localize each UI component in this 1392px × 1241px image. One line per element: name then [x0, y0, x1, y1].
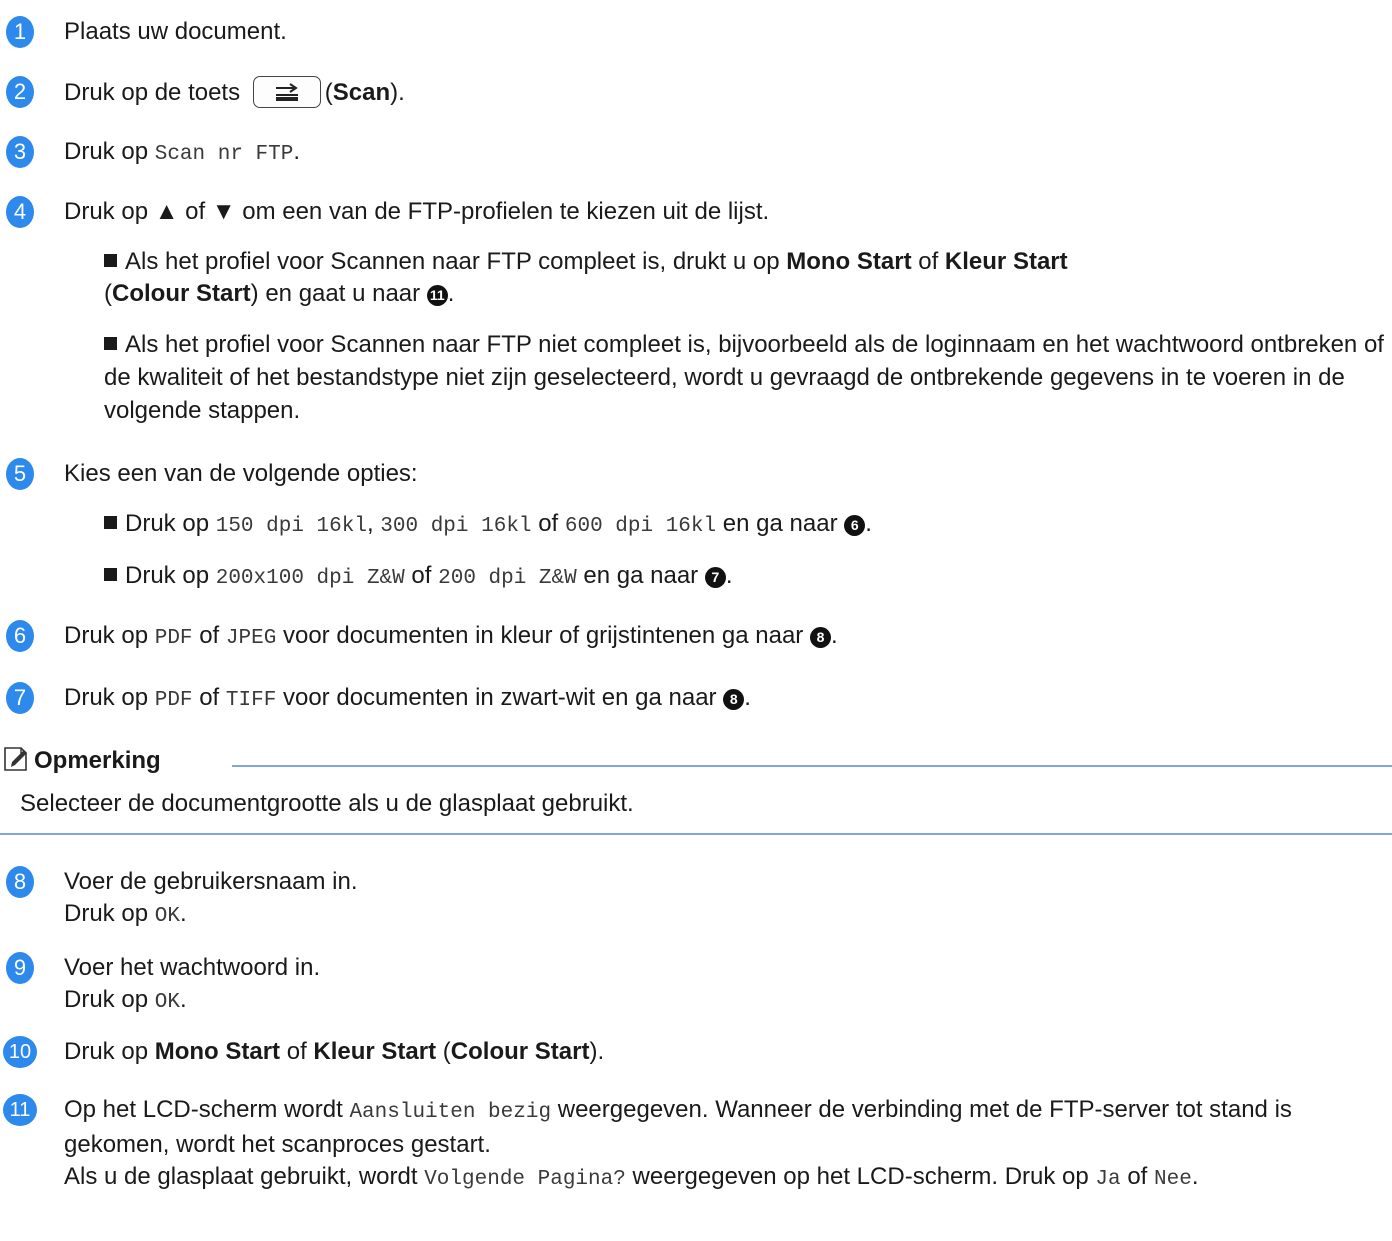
lcd-option: 150 dpi 16kl [215, 515, 367, 538]
step-text-pre: Druk op [64, 986, 149, 1013]
step-text-of: of [199, 622, 220, 649]
step-text-pre: Als u de glasplaat gebruikt, wordt [64, 1163, 418, 1190]
step-text-of: of [1127, 1163, 1148, 1190]
step-ref-icon: 8 [809, 627, 831, 648]
step-text: Druk op ▲ of ▼ om een van de FTP-profiel… [64, 198, 770, 225]
step-text-pre: Druk op [64, 622, 149, 649]
bullet-text: ) en gaat u naar [250, 280, 421, 307]
step-text-pre: Druk op [64, 1038, 149, 1065]
step-text: Druk op PDF of TIFF voor documenten in z… [64, 684, 751, 712]
kleur-start-key-label: Kleur Start [313, 1038, 437, 1065]
note-divider [232, 765, 1392, 767]
bullet-text: of [918, 248, 939, 275]
step-text: Voer de gebruikersnaam in. Druk op OK. [64, 868, 358, 928]
lcd-message: Aansluiten bezig [349, 1101, 552, 1124]
lcd-option: TIFF [225, 689, 277, 712]
step-text-line: Voer het wachtwoord in. [64, 954, 321, 981]
mono-start-key-label: Mono Start [154, 1038, 281, 1065]
lcd-option: Ja [1095, 1168, 1121, 1191]
colour-start-key-label: Colour Start [450, 1038, 590, 1065]
lcd-option: PDF [154, 689, 193, 712]
step-text-post: voor documenten in kleur of grijstintene… [282, 622, 804, 649]
step-text: Voer het wachtwoord in. Druk op OK. [64, 954, 321, 1014]
colour-start-key-label: Colour Start [112, 280, 251, 307]
lcd-option: Scan nr FTP [154, 143, 294, 166]
step-text-pre: Druk op de toets [64, 79, 241, 106]
step-text: Druk op PDF of JPEG voor documenten in k… [64, 622, 838, 650]
lcd-option: JPEG [225, 627, 277, 650]
step-number: 3 [6, 136, 34, 168]
note-title: Opmerking [34, 747, 161, 774]
bullet-square-icon [104, 337, 117, 350]
step-number: 9 [6, 952, 34, 984]
step-text-pre: Druk op [64, 138, 149, 165]
kleur-start-key-label: Kleur Start [944, 248, 1068, 275]
step-text-post: ). [589, 1038, 605, 1065]
lcd-option: 200 dpi Z&W [438, 567, 577, 590]
step-number: 10 [3, 1036, 37, 1068]
bullet-text: Druk op [125, 562, 210, 589]
note-pencil-icon [2, 745, 30, 773]
bullet-text: Als het profiel voor Scannen naar FTP ni… [104, 331, 1384, 424]
step-text: Plaats uw document. [64, 18, 287, 45]
bullet-square-icon [104, 254, 117, 267]
bullet-text: en ga naar [583, 562, 699, 589]
step-text-post: voor documenten in zwart-wit en ga naar [282, 684, 717, 711]
bullet-text: of [538, 510, 559, 537]
scan-key-icon [252, 76, 321, 108]
bullet-item: Als het profiel voor Scannen naar FTP co… [104, 248, 1068, 307]
lcd-option: 600 dpi 16kl [564, 515, 717, 538]
step-text-of: of [199, 684, 220, 711]
bullet-text: Als het profiel voor Scannen naar FTP co… [125, 248, 780, 275]
mono-start-key-label: Mono Start [786, 248, 912, 275]
step-text: Kies een van de volgende opties: [64, 460, 418, 487]
bullet-square-icon [104, 516, 117, 529]
step-text: Druk op Mono Start of Kleur Start (Colou… [64, 1038, 605, 1065]
step-text-of: of [286, 1038, 307, 1065]
step-text-pre: Op het LCD-scherm wordt [64, 1096, 343, 1123]
step-text: Op het LCD-scherm wordt Aansluiten bezig… [64, 1096, 1292, 1191]
lcd-option: Nee [1154, 1168, 1192, 1191]
step-number: 8 [6, 866, 34, 898]
note-header: Opmerking [2, 745, 161, 777]
lcd-message: Volgende Pagina? [424, 1168, 626, 1191]
step-ref-icon: 7 [704, 567, 726, 588]
note-divider [0, 833, 1392, 835]
bullet-item: Druk op 150 dpi 16kl, 300 dpi 16kl of 60… [104, 508, 1386, 543]
step-text-line: Voer de gebruikersnaam in. [64, 868, 358, 895]
step-text-post: . [293, 138, 301, 165]
step-text-pre: Druk op [64, 684, 149, 711]
bullet-item: Als het profiel voor Scannen naar FTP ni… [104, 328, 1386, 427]
step-ref-icon: 6 [844, 515, 866, 536]
step-text: Druk op Scan nr FTP. [64, 136, 1384, 171]
scan-key-label: Scan [332, 79, 391, 106]
lcd-option: 200x100 dpi Z&W [215, 567, 405, 590]
lcd-option: PDF [154, 627, 193, 650]
lcd-option: OK [154, 905, 180, 928]
bullet-square-icon [104, 568, 117, 581]
step-number: 1 [6, 16, 34, 48]
bullet-text: Druk op [125, 510, 210, 537]
step-number: 2 [6, 76, 34, 108]
step-number: 5 [6, 458, 34, 490]
lcd-option: OK [154, 991, 180, 1014]
step-number: 4 [6, 196, 34, 228]
step-number: 6 [6, 620, 34, 652]
step-ref-icon: 11 [426, 285, 448, 306]
note-text: Selecteer de documentgrootte als u de gl… [20, 790, 634, 817]
step-text-pre: Druk op [64, 900, 149, 927]
step-number: 7 [6, 682, 34, 714]
step-text-mid: weergegeven op het LCD-scherm. Druk op [632, 1163, 1089, 1190]
lcd-option: 300 dpi 16kl [380, 515, 532, 538]
step-number: 11 [3, 1094, 37, 1126]
step-ref-icon: 8 [723, 689, 745, 710]
bullet-text: of [411, 562, 432, 589]
bullet-item: Druk op 200x100 dpi Z&W of 200 dpi Z&W e… [104, 560, 1386, 595]
bullet-text: en ga naar [722, 510, 838, 537]
step-text-post: ). [390, 79, 405, 106]
step-text: Druk op de toets (Scan). [64, 76, 1384, 109]
